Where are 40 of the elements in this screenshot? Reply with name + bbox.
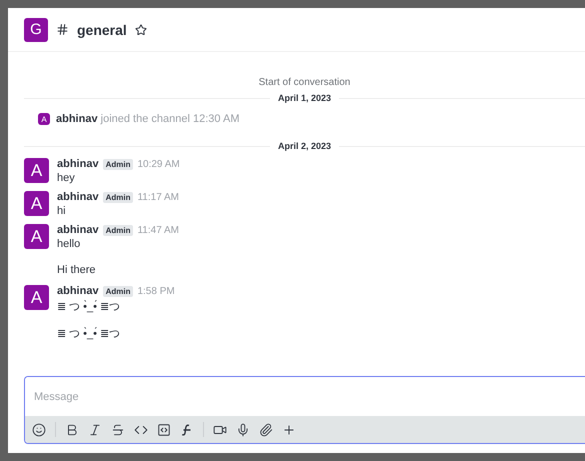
user-avatar: A: [24, 285, 49, 310]
join-message: abhinav joined the channel 12:30 AM: [56, 113, 240, 125]
channel-avatar: G: [24, 18, 48, 42]
author-name[interactable]: abhinav: [57, 158, 99, 170]
bold-icon[interactable]: [65, 422, 79, 436]
message-text: hey: [57, 172, 76, 184]
message-text: Hi there: [57, 264, 96, 276]
message-time: 10:29 AM: [137, 158, 180, 170]
channel-title: general: [77, 22, 127, 38]
message-time: 1:58 PM: [137, 286, 175, 296]
user-avatar: A: [24, 191, 49, 216]
date-divider: April 1, 2023: [278, 93, 332, 103]
role-tag: Admin: [102, 192, 134, 202]
paperclip-icon[interactable]: [259, 422, 273, 436]
author-name[interactable]: abhinav: [57, 224, 99, 236]
role-tag: Admin: [102, 286, 134, 296]
plus-icon[interactable]: [282, 422, 296, 436]
message-text: ≣ つ •̀_•́ ≣つ: [57, 299, 121, 314]
italic-icon[interactable]: [88, 422, 102, 436]
microphone-icon[interactable]: [236, 422, 250, 436]
code-block-icon[interactable]: [157, 422, 171, 436]
conversation-start: Start of conversation: [258, 77, 352, 88]
author-name[interactable]: abhinav: [57, 285, 99, 297]
star-icon[interactable]: [134, 24, 147, 36]
user-avatar: A: [24, 224, 49, 249]
message-text: hello: [57, 238, 82, 250]
role-tag: Admin: [102, 158, 134, 170]
hash-icon: [56, 23, 69, 36]
message-text: ≣ つ •̀_•́ ≣つ: [57, 328, 120, 340]
user-avatar: A: [24, 158, 49, 183]
strikethrough-icon[interactable]: [111, 422, 125, 436]
message-text: hi: [57, 205, 67, 217]
message-time: 11:17 AM: [137, 192, 179, 202]
role-tag: Admin: [102, 224, 134, 236]
date-divider: April 2, 2023: [278, 141, 332, 151]
message-composer[interactable]: Message: [24, 376, 585, 444]
author-name[interactable]: abhinav: [57, 191, 99, 203]
message-time: 11:47 AM: [137, 224, 179, 236]
user-avatar: A: [38, 113, 50, 125]
emoji-icon[interactable]: [32, 422, 46, 436]
